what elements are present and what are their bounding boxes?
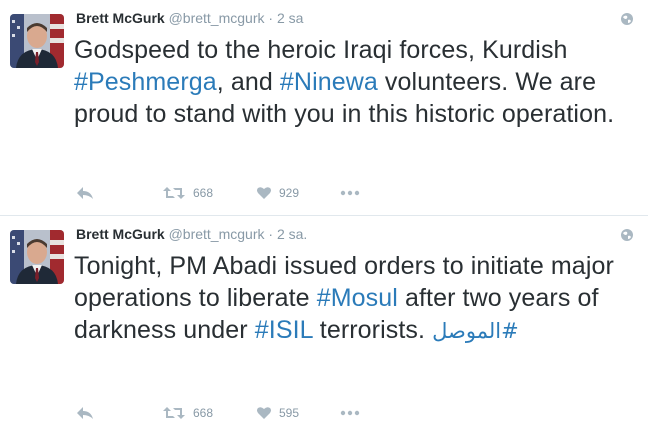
tweet-header: Brett McGurk @brett_mcgurk · 2 sa. [76, 225, 307, 243]
retweet-count: 668 [193, 406, 214, 420]
tweet-feed: Brett McGurk @brett_mcgurk · 2 sa Godspe… [0, 0, 648, 431]
reply-button[interactable] [76, 403, 94, 423]
like-count: 595 [279, 406, 300, 420]
tweet-text-part: Godspeed to the heroic Iraqi forces, Kur… [74, 36, 568, 64]
avatar[interactable] [10, 230, 64, 284]
heart-icon [257, 187, 271, 199]
more-button[interactable] [340, 403, 360, 423]
like-button[interactable]: 595 [256, 403, 299, 423]
tweet-text: Godspeed to the heroic Iraqi forces, Kur… [74, 34, 640, 130]
separator: · [268, 10, 274, 26]
author-name[interactable]: Brett McGurk [76, 226, 165, 242]
tweet[interactable]: Brett McGurk @brett_mcgurk · 2 sa. Tonig… [0, 216, 648, 431]
tweet-actions: 668 595 [76, 403, 396, 423]
author-handle[interactable]: @brett_mcgurk [169, 10, 265, 26]
retweet-button[interactable]: 668 [162, 183, 213, 203]
timestamp[interactable]: 2 sa [277, 10, 303, 26]
heart-icon [257, 407, 271, 419]
globe-icon [621, 13, 633, 25]
tweet-header: Brett McGurk @brett_mcgurk · 2 sa [76, 9, 303, 27]
author-name[interactable]: Brett McGurk [76, 10, 165, 26]
tweet[interactable]: Brett McGurk @brett_mcgurk · 2 sa Godspe… [0, 0, 648, 215]
more-icon [340, 190, 360, 196]
retweet-icon [163, 407, 185, 419]
avatar[interactable] [10, 14, 64, 68]
tweet-text: Tonight, PM Abadi issued orders to initi… [74, 250, 640, 347]
tweet-actions: 668 929 [76, 183, 396, 203]
tweet-text-part: , and [216, 68, 280, 96]
retweet-button[interactable]: 668 [162, 403, 213, 423]
hashtag-link[interactable]: #Peshmerga [74, 68, 217, 96]
separator: · [268, 226, 274, 242]
reply-icon [77, 187, 93, 199]
retweet-count: 668 [193, 186, 214, 200]
retweet-icon [163, 187, 185, 199]
hashtag-link[interactable]: #Ninewa [280, 68, 378, 96]
like-count: 929 [279, 186, 300, 200]
author-handle[interactable]: @brett_mcgurk [169, 226, 265, 242]
hashtag-link[interactable]: #الموصل [432, 319, 519, 343]
globe-icon [621, 229, 633, 241]
like-button[interactable]: 929 [256, 183, 299, 203]
timestamp[interactable]: 2 sa. [277, 226, 307, 242]
hashtag-link[interactable]: #Mosul [317, 284, 398, 312]
hashtag-link[interactable]: #ISIL [255, 316, 313, 344]
reply-icon [77, 407, 93, 419]
more-icon [340, 410, 360, 416]
more-button[interactable] [340, 183, 360, 203]
tweet-text-part: terrorists. [312, 316, 433, 344]
reply-button[interactable] [76, 183, 94, 203]
